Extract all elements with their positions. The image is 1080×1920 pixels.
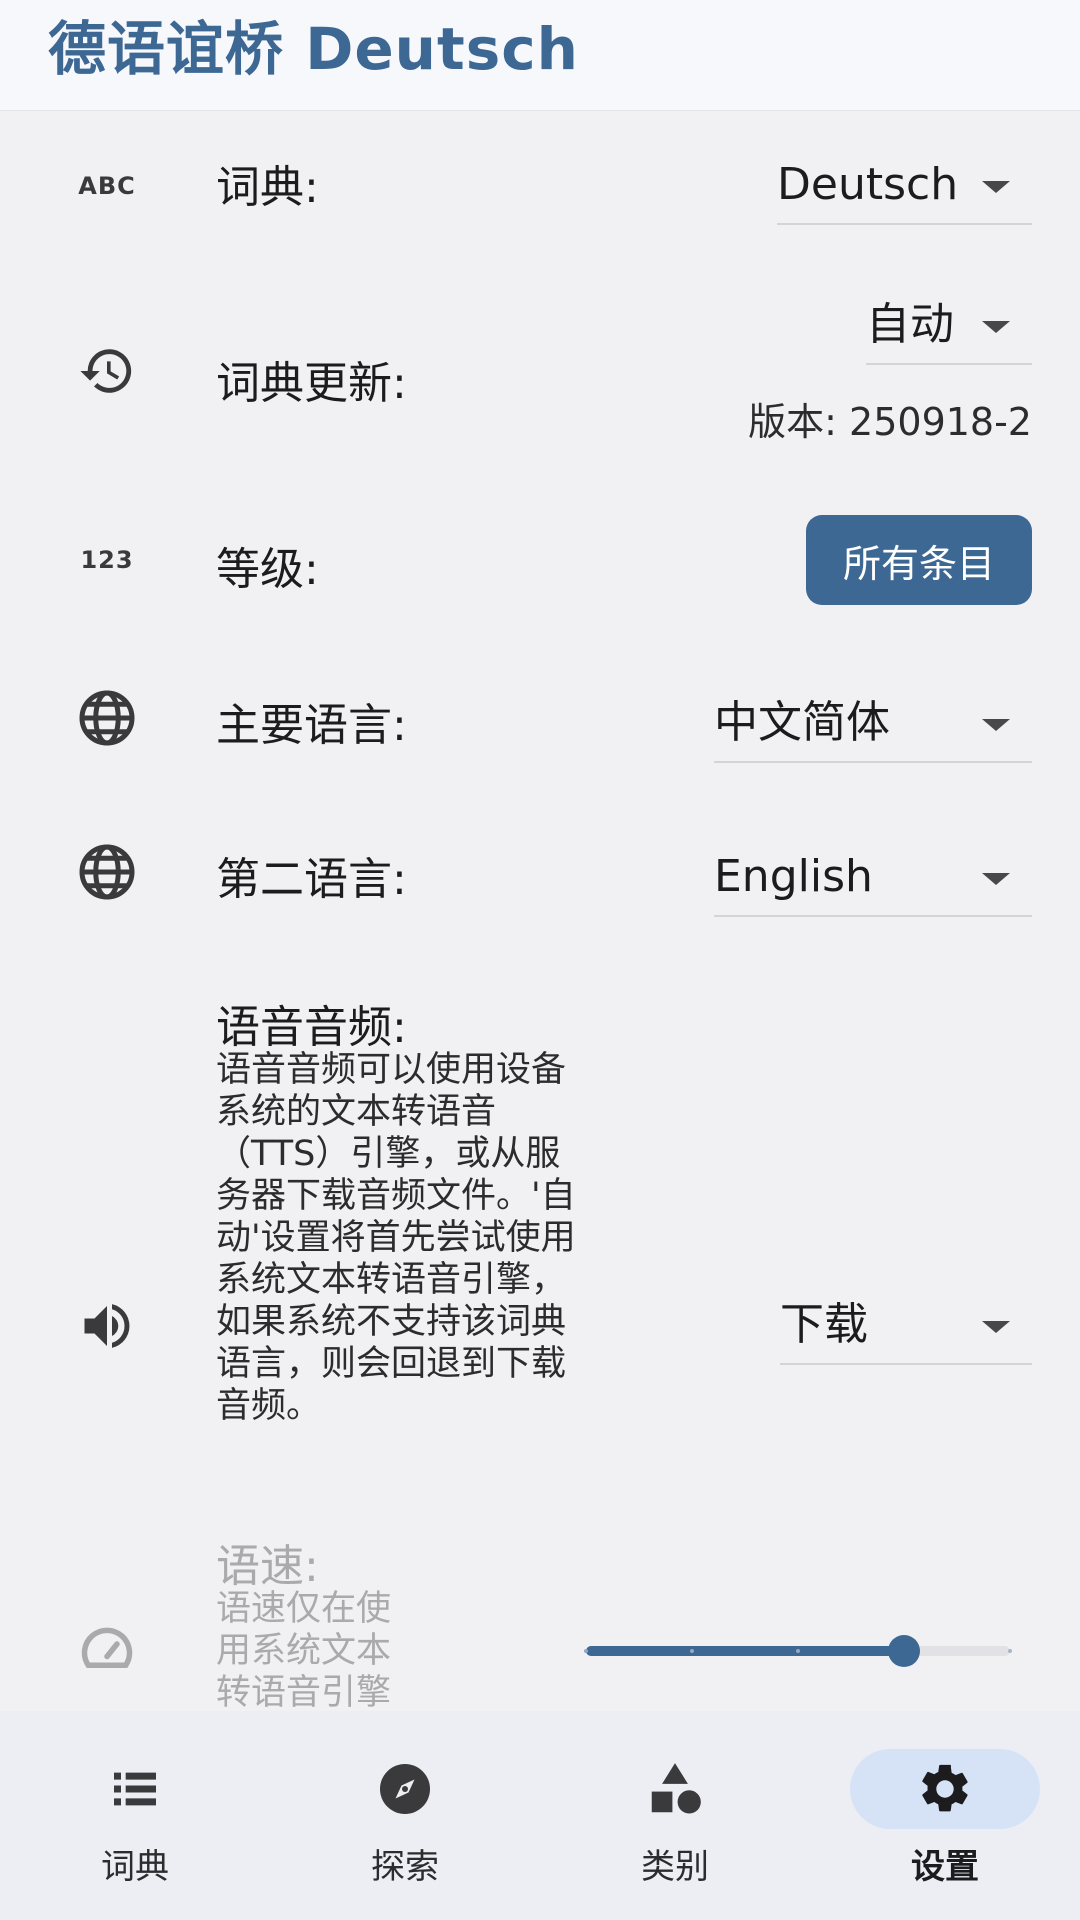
nav-label: 词典 [101,1847,169,1887]
setting-speech-rate: 语速: 语速仅在使 用系统文本 转语音引擎 [0,1530,1080,1711]
slider-thumb[interactable] [888,1635,920,1667]
setting-primary-language: 主要语言: 中文简体 [0,683,1080,773]
slider-tick [1008,1649,1012,1653]
nav-label: 设置 [911,1847,979,1887]
numbers-icon: 123 [80,546,134,574]
dictionary-label: 词典: [216,162,319,213]
slider-tick [584,1649,588,1653]
chevron-down-icon [982,321,1010,333]
setting-voice-audio: 语音音频: 语音音频可以使用设备 系统的文本转语音 （TTS）引擎，或从服 务器… [0,991,1080,1551]
chevron-down-icon [982,719,1010,731]
setting-level: 123 等级: 所有条目 [0,515,1080,607]
voice-audio-label: 语音音频: [216,1002,407,1053]
abc-icon: ABC [78,172,136,200]
speech-rate-description: 语速仅在使 用系统文本 转语音引擎 [216,1589,392,1711]
voice-audio-dropdown[interactable]: 下载 [780,1291,1032,1365]
primary-language-value: 中文简体 [714,697,890,748]
nav-categories[interactable]: 类别 [540,1711,810,1920]
nav-explore[interactable]: 探索 [270,1711,540,1920]
shapes-icon [580,1749,770,1829]
nav-label: 类别 [641,1847,709,1887]
globe-icon [72,837,142,907]
chevron-down-icon [982,1321,1010,1333]
slider-tick [690,1649,694,1653]
voice-audio-value: 下载 [780,1299,868,1350]
dictionary-update-label: 词典更新: [216,358,407,409]
dictionary-dropdown-value: Deutsch [777,159,959,210]
settings-list[interactable]: ABC 词典: Deutsch 词典更新: 自动 版本: 250918-2 12… [0,111,1080,1711]
setting-dictionary-update: 词典更新: 自动 版本: 250918-2 [0,291,1080,471]
setting-dictionary: ABC 词典: Deutsch [0,151,1080,261]
nav-label: 探索 [371,1847,439,1887]
voice-audio-description: 语音音频可以使用设备 系统的文本转语音 （TTS）引擎，或从服 务器下载音频文件… [216,1050,576,1426]
update-mode-dropdown[interactable]: 自动 [866,291,1032,365]
gear-icon [850,1749,1040,1829]
dictionary-dropdown[interactable]: Deutsch [777,151,1032,225]
primary-language-label: 主要语言: [216,700,407,751]
app-title: 德语谊桥 Deutsch [48,15,579,83]
secondary-language-value: English [714,851,873,902]
nav-settings[interactable]: 设置 [810,1711,1080,1920]
speech-rate-slider[interactable] [584,1635,1012,1667]
nav-dictionary[interactable]: 词典 [0,1711,270,1920]
setting-secondary-language: 第二语言: English [0,837,1080,927]
chevron-down-icon [982,181,1010,193]
bottom-navigation: 词典 探索 类别 设置 [0,1711,1080,1920]
chevron-down-icon [982,873,1010,885]
slider-tick [796,1649,800,1653]
list-icon [40,1749,230,1829]
update-history-icon [72,336,142,406]
slider-fill [586,1646,904,1656]
speech-rate-label: 语速: [216,1541,319,1592]
primary-language-dropdown[interactable]: 中文简体 [714,689,1032,763]
compass-icon [310,1749,500,1829]
update-mode-value: 自动 [866,299,954,350]
dictionary-version: 版本: 250918-2 [748,400,1032,444]
secondary-language-dropdown[interactable]: English [714,843,1032,917]
level-button[interactable]: 所有条目 [806,515,1032,605]
secondary-language-label: 第二语言: [216,854,407,905]
globe-icon [72,683,142,753]
level-label: 等级: [216,544,319,595]
speedometer-icon [72,1614,142,1684]
app-header: 德语谊桥 Deutsch [0,0,1080,111]
speaker-icon [72,1291,142,1361]
